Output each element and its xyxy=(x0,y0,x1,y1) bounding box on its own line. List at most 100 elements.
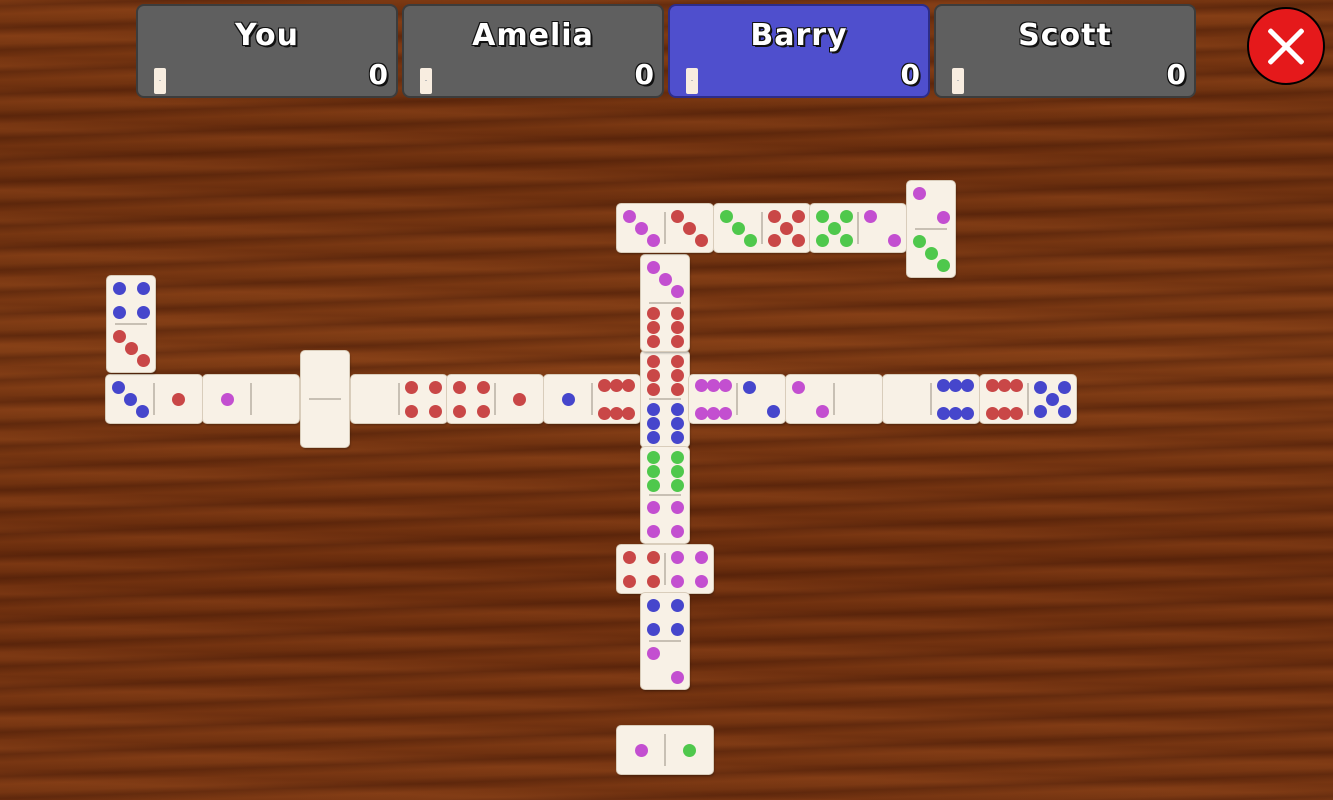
pip xyxy=(646,598,660,612)
tile-divider xyxy=(915,228,947,230)
pip xyxy=(112,305,126,319)
pip xyxy=(670,500,684,514)
domino-half-6 xyxy=(641,351,689,399)
tile-divider xyxy=(857,212,859,244)
domino-half-5 xyxy=(810,204,858,252)
domino-half-1 xyxy=(665,726,713,774)
domino-half-0 xyxy=(883,375,931,423)
domino-half-3 xyxy=(714,204,762,252)
tile-divider xyxy=(664,734,666,766)
domino-half-0 xyxy=(301,351,349,399)
domino-tile xyxy=(980,375,1076,423)
domino-tile xyxy=(351,375,447,423)
pip xyxy=(706,378,720,392)
pip xyxy=(1009,406,1023,420)
domino-half-1 xyxy=(154,375,202,423)
tile-divider xyxy=(649,302,681,304)
domino-half-0 xyxy=(834,375,882,423)
pip xyxy=(1033,404,1047,418)
tile-divider xyxy=(309,398,341,400)
pip xyxy=(135,404,149,418)
pip xyxy=(646,416,660,430)
player-score: 0 xyxy=(368,58,388,91)
pip xyxy=(670,284,684,298)
tile-divider xyxy=(833,383,835,415)
pip xyxy=(936,406,950,420)
domino-tile xyxy=(301,351,349,447)
pip xyxy=(512,392,526,406)
tile-divider xyxy=(649,494,681,496)
domino-half-2 xyxy=(858,204,906,252)
pip xyxy=(815,209,829,223)
pip xyxy=(428,404,442,418)
pip xyxy=(1057,404,1071,418)
pip xyxy=(123,392,137,406)
pip xyxy=(646,382,660,396)
tile-divider xyxy=(649,640,681,642)
pip xyxy=(634,221,648,235)
pip xyxy=(694,574,708,588)
pip xyxy=(742,380,756,394)
pip xyxy=(1057,380,1071,394)
pip xyxy=(960,406,974,420)
tile-divider xyxy=(930,383,932,415)
domino-half-2 xyxy=(907,181,955,229)
domino-tile xyxy=(810,204,906,252)
pip xyxy=(646,354,660,368)
pip xyxy=(936,258,950,272)
domino-half-1 xyxy=(544,375,592,423)
pip xyxy=(1009,378,1023,392)
domino-half-4 xyxy=(665,545,713,593)
pip xyxy=(646,233,660,247)
close-button[interactable] xyxy=(1247,7,1325,85)
pip xyxy=(646,550,660,564)
pip xyxy=(658,272,672,286)
domino-half-4 xyxy=(641,593,689,641)
domino-tile xyxy=(106,375,202,423)
pip xyxy=(670,306,684,320)
domino-spinner xyxy=(641,351,689,447)
domino-half-3 xyxy=(665,204,713,252)
pip xyxy=(682,743,696,757)
pip xyxy=(670,402,684,416)
pip xyxy=(646,320,660,334)
played-domino-tile[interactable] xyxy=(617,726,713,774)
domino-tile xyxy=(641,593,689,689)
pip xyxy=(220,392,234,406)
tile-divider xyxy=(115,323,147,325)
pip xyxy=(670,354,684,368)
player-name: Scott xyxy=(1018,18,1112,53)
pip xyxy=(912,186,926,200)
pip xyxy=(766,404,780,418)
pip xyxy=(621,378,635,392)
pip xyxy=(960,378,974,392)
pip xyxy=(827,221,841,235)
pip xyxy=(404,380,418,394)
pip xyxy=(718,378,732,392)
pip xyxy=(622,209,636,223)
tile-divider xyxy=(591,383,593,415)
domino-half-6 xyxy=(592,375,640,423)
tile-divider xyxy=(398,383,400,415)
domino-tile xyxy=(689,375,785,423)
domino-half-2 xyxy=(786,375,834,423)
pip xyxy=(670,334,684,348)
tile-divider xyxy=(664,212,666,244)
domino-half-2 xyxy=(641,641,689,689)
domino-half-6 xyxy=(980,375,1028,423)
domino-half-0 xyxy=(251,375,299,423)
tile-divider xyxy=(649,398,681,400)
pip xyxy=(924,246,938,260)
pip xyxy=(948,406,962,420)
domino-half-6 xyxy=(641,447,689,495)
pip xyxy=(136,305,150,319)
domino-tile xyxy=(617,545,713,593)
domino-half-1 xyxy=(495,375,543,423)
player-name: You xyxy=(235,18,299,53)
domino-half-4 xyxy=(617,545,665,593)
pip xyxy=(670,598,684,612)
pip xyxy=(670,478,684,492)
pip xyxy=(670,464,684,478)
domino-half-6 xyxy=(931,375,979,423)
domino-tile xyxy=(447,375,543,423)
